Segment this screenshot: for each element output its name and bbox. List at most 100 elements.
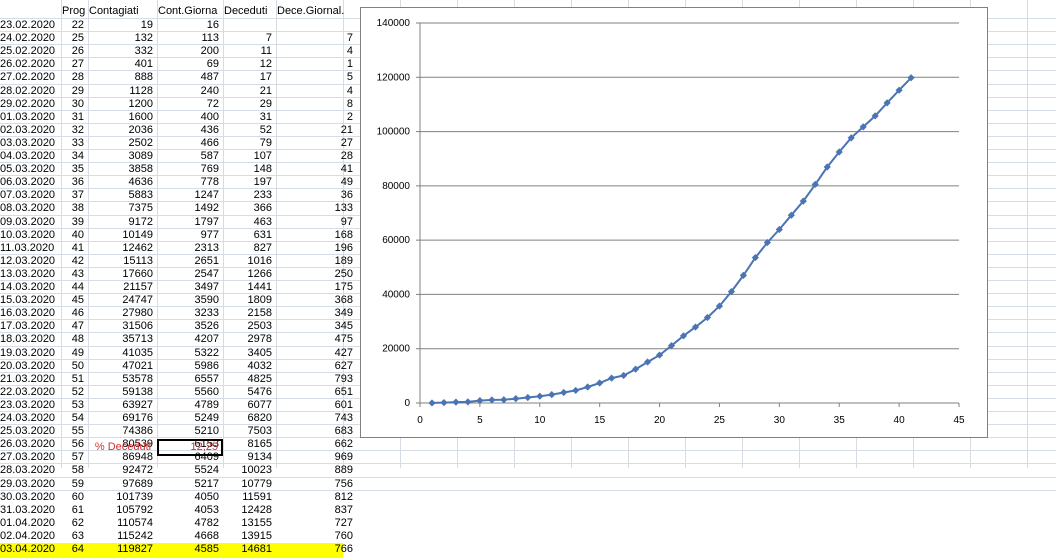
header-prog[interactable]: Prog <box>62 4 88 18</box>
cell-deceduti[interactable]: 7 <box>224 32 276 45</box>
cell-cont-giorna[interactable]: 1797 <box>158 216 223 229</box>
cell-cont-giorna[interactable]: 4668 <box>158 530 223 543</box>
cell-contagiati[interactable]: 59138 <box>89 386 157 399</box>
cell-cont-giorna[interactable]: 2313 <box>158 242 223 255</box>
cell-cont-giorna[interactable]: 587 <box>158 150 223 163</box>
cell-cont-giorna[interactable]: 5986 <box>158 360 223 373</box>
cell-dece-giornal[interactable]: 36 <box>277 189 357 202</box>
cell-date[interactable]: 23.02.2020 <box>0 19 60 32</box>
cell-date[interactable]: 27.02.2020 <box>0 71 60 84</box>
cell-date[interactable]: 01.03.2020 <box>0 111 60 124</box>
cell-prog[interactable]: 32 <box>62 124 88 137</box>
cell-cont-giorna[interactable]: 4789 <box>158 399 223 412</box>
cell-contagiati[interactable]: 10149 <box>89 229 157 242</box>
cell-cont-giorna[interactable]: 4053 <box>158 504 223 517</box>
cell-prog[interactable]: 26 <box>62 45 88 58</box>
cell-prog[interactable]: 37 <box>62 189 88 202</box>
cell-prog[interactable]: 51 <box>62 373 88 386</box>
cell-cont-giorna[interactable]: 466 <box>158 137 223 150</box>
cell-date[interactable]: 09.03.2020 <box>0 216 60 229</box>
cell-contagiati[interactable]: 74386 <box>89 425 157 438</box>
cell-dece-giornal[interactable]: 1 <box>277 58 357 71</box>
cell-prog[interactable]: 29 <box>62 85 88 98</box>
cell-dece-giornal[interactable]: 727 <box>277 517 357 530</box>
cell-dece-giornal[interactable]: 168 <box>277 229 357 242</box>
cell-deceduti[interactable]: 148 <box>224 163 276 176</box>
cell-contagiati[interactable]: 101739 <box>89 491 157 504</box>
cell-date[interactable]: 17.03.2020 <box>0 320 60 333</box>
cell-dece-giornal[interactable]: 969 <box>277 451 357 464</box>
cell-contagiati[interactable]: 2502 <box>89 137 157 150</box>
cell-cont-giorna[interactable]: 3590 <box>158 294 223 307</box>
cell-deceduti[interactable]: 2978 <box>224 333 276 346</box>
cell-prog[interactable]: 42 <box>62 255 88 268</box>
cell-contagiati[interactable]: 31506 <box>89 320 157 333</box>
cell-cont-giorna[interactable]: 6557 <box>158 373 223 386</box>
cell-prog[interactable]: 39 <box>62 216 88 229</box>
cell-deceduti[interactable]: 1441 <box>224 281 276 294</box>
cell-date[interactable]: 28.02.2020 <box>0 85 60 98</box>
cell-dece-giornal[interactable]: 651 <box>277 386 357 399</box>
cell-cont-giorna[interactable]: 778 <box>158 176 223 189</box>
cell-deceduti[interactable]: 463 <box>224 216 276 229</box>
cell-prog[interactable]: 40 <box>62 229 88 242</box>
cell-prog[interactable]: 47 <box>62 320 88 333</box>
cell-deceduti[interactable]: 11591 <box>224 491 276 504</box>
cell-contagiati[interactable]: 24747 <box>89 294 157 307</box>
cell-cont-giorna[interactable]: 4782 <box>158 517 223 530</box>
cell-dece-giornal[interactable] <box>277 19 357 32</box>
cell-contagiati[interactable]: 2036 <box>89 124 157 137</box>
cell-cont-giorna[interactable]: 400 <box>158 111 223 124</box>
cell-dece-giornal[interactable]: 250 <box>277 268 357 281</box>
cell-cont-giorna[interactable]: 16 <box>158 19 223 32</box>
cell-cont-giorna[interactable]: 3526 <box>158 320 223 333</box>
cell-date[interactable]: 03.03.2020 <box>0 137 60 150</box>
cell-dece-giornal[interactable]: 743 <box>277 412 357 425</box>
cell-deceduti[interactable]: 8165 <box>224 438 276 451</box>
header-cont-giorna[interactable]: Cont.Giorna <box>158 4 223 18</box>
cell-deceduti[interactable]: 2158 <box>224 307 276 320</box>
cell-deceduti[interactable]: 14681 <box>224 543 276 556</box>
chart-area[interactable]: 0 20000 40000 60000 80000 100000 120000 140000 0… <box>360 7 988 438</box>
cell-deceduti[interactable]: 4032 <box>224 360 276 373</box>
cell-date[interactable]: 24.02.2020 <box>0 32 60 45</box>
cell-date[interactable]: 31.03.2020 <box>0 504 60 517</box>
cell-contagiati[interactable]: 15113 <box>89 255 157 268</box>
cell-deceduti[interactable]: 366 <box>224 202 276 215</box>
cell-contagiati[interactable]: 21157 <box>89 281 157 294</box>
cell-date[interactable]: 26.03.2020 <box>0 438 60 451</box>
cell-contagiati[interactable]: 92472 <box>89 464 157 477</box>
cell-dece-giornal[interactable]: 7 <box>277 32 357 45</box>
cell-contagiati[interactable]: 1128 <box>89 85 157 98</box>
cell-dece-giornal[interactable]: 4 <box>277 85 357 98</box>
cell-dece-giornal[interactable]: 133 <box>277 202 357 215</box>
cell-date[interactable]: 29.03.2020 <box>0 478 60 491</box>
cell-cont-giorna[interactable]: 3233 <box>158 307 223 320</box>
cell-cont-giorna[interactable]: 2651 <box>158 255 223 268</box>
cell-dece-giornal[interactable]: 8 <box>277 98 357 111</box>
cell-dece-giornal[interactable]: 49 <box>277 176 357 189</box>
cell-dece-giornal[interactable]: 5 <box>277 71 357 84</box>
cell-prog[interactable]: 49 <box>62 347 88 360</box>
cell-date[interactable]: 10.03.2020 <box>0 229 60 242</box>
cell-deceduti[interactable] <box>224 19 276 32</box>
cell-prog[interactable]: 54 <box>62 412 88 425</box>
cell-dece-giornal[interactable]: 475 <box>277 333 357 346</box>
cell-deceduti[interactable]: 1809 <box>224 294 276 307</box>
cell-deceduti[interactable]: 1266 <box>224 268 276 281</box>
cell-deceduti[interactable]: 10023 <box>224 464 276 477</box>
cell-prog[interactable]: 30 <box>62 98 88 111</box>
cell-deceduti[interactable]: 11 <box>224 45 276 58</box>
cell-contagiati[interactable]: 119827 <box>89 543 157 556</box>
cell-prog[interactable]: 63 <box>62 530 88 543</box>
cell-prog[interactable]: 48 <box>62 333 88 346</box>
cell-prog[interactable]: 31 <box>62 111 88 124</box>
cell-date[interactable]: 30.03.2020 <box>0 491 60 504</box>
cell-contagiati[interactable]: 9172 <box>89 216 157 229</box>
cell-date[interactable]: 14.03.2020 <box>0 281 60 294</box>
cell-date[interactable]: 06.03.2020 <box>0 176 60 189</box>
cell-cont-giorna[interactable]: 4207 <box>158 333 223 346</box>
cell-prog[interactable]: 35 <box>62 163 88 176</box>
cell-prog[interactable]: 34 <box>62 150 88 163</box>
cell-contagiati[interactable]: 53578 <box>89 373 157 386</box>
